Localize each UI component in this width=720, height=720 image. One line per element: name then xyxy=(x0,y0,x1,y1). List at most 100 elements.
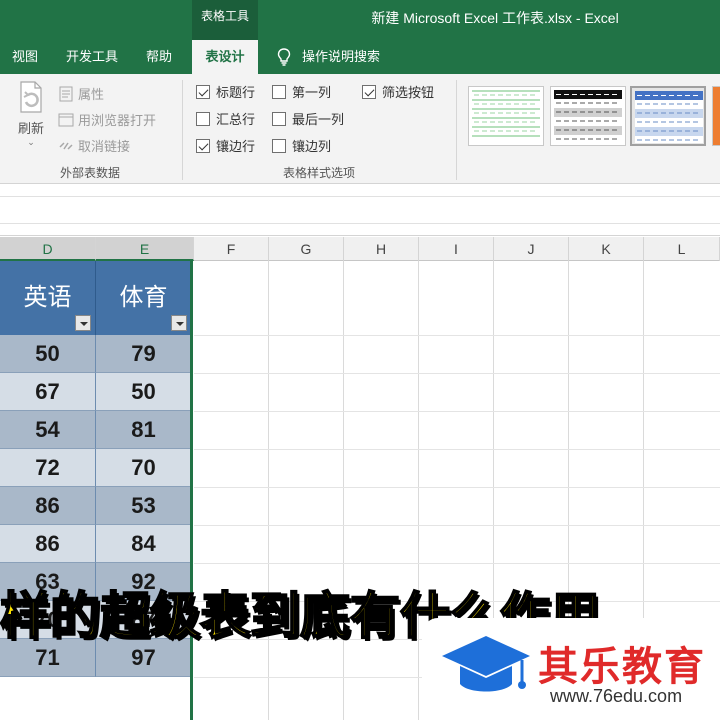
banded-columns-checkbox[interactable]: 镶边列 xyxy=(272,136,331,155)
table-style-preview-icon xyxy=(472,90,540,142)
chevron-down-icon: ⌄ xyxy=(27,137,35,147)
browser-icon xyxy=(58,113,74,126)
filter-dropdown-icon[interactable] xyxy=(171,315,187,331)
window-title: 新建 Microsoft Excel 工作表.xlsx - Excel xyxy=(371,10,619,26)
column-header-l[interactable]: L xyxy=(644,237,720,261)
last-column-checkbox[interactable]: 最后一列 xyxy=(272,109,344,128)
checkbox-checked-icon xyxy=(362,84,376,99)
column-header-j[interactable]: J xyxy=(494,237,569,261)
gridline xyxy=(194,525,720,526)
table-cell[interactable]: 50 xyxy=(0,335,96,373)
refresh-button[interactable]: 刷新 ⌄ xyxy=(8,80,54,148)
selection-border xyxy=(190,261,193,720)
table-style-preview-icon xyxy=(635,91,703,143)
lightbulb-icon xyxy=(277,48,291,66)
table-cell[interactable]: 67 xyxy=(0,373,96,411)
tab-help[interactable]: 帮助 xyxy=(146,40,172,74)
column-headers: D E F G H I J K L xyxy=(0,237,720,261)
checkbox-unchecked-icon xyxy=(196,111,210,126)
gridline xyxy=(194,373,720,374)
gridline xyxy=(194,563,720,564)
column-header-e[interactable]: E xyxy=(96,237,194,261)
graduation-cap-icon xyxy=(442,636,530,692)
formula-bar[interactable] xyxy=(0,196,720,224)
open-in-browser-button[interactable]: 用浏览器打开 xyxy=(58,110,156,129)
table-cell[interactable]: 70 xyxy=(96,449,192,487)
table-cell[interactable]: 50 xyxy=(96,373,192,411)
refresh-icon xyxy=(20,81,42,113)
banded-columns-label: 镶边列 xyxy=(292,139,332,154)
tab-developer[interactable]: 开发工具 xyxy=(66,40,118,74)
properties-button[interactable]: 属性 xyxy=(58,84,104,103)
banded-rows-label: 镶边行 xyxy=(216,139,256,154)
unlink-icon xyxy=(59,141,73,150)
gridline xyxy=(343,261,344,720)
total-row-label: 汇总行 xyxy=(216,112,256,127)
properties-icon xyxy=(59,86,73,101)
ribbon-tab-row: 视图 开发工具 帮助 表设计 操作说明搜索 xyxy=(0,40,720,74)
table-cell[interactable]: 81 xyxy=(96,411,192,449)
table-header-label: 体育 xyxy=(119,284,168,311)
unlink-label: 取消链接 xyxy=(78,139,131,154)
table-style-green[interactable] xyxy=(468,86,544,146)
column-header-d[interactable]: D xyxy=(0,237,96,261)
table-cell[interactable]: 86 xyxy=(0,525,96,563)
context-tab-group-label: 表格工具 xyxy=(192,0,258,40)
table-header-english[interactable]: 英语 xyxy=(0,261,96,335)
table-style-orange[interactable] xyxy=(712,86,720,146)
table-cell[interactable]: 72 xyxy=(0,449,96,487)
gridline xyxy=(194,411,720,412)
banded-rows-checkbox[interactable]: 镶边行 xyxy=(196,136,255,155)
group-divider xyxy=(456,80,457,180)
gridline xyxy=(194,487,720,488)
tab-view[interactable]: 视图 xyxy=(12,40,38,74)
external-data-group-label: 外部表数据 xyxy=(59,166,120,180)
table-cell[interactable]: 86 xyxy=(0,487,96,525)
checkbox-unchecked-icon xyxy=(272,84,286,99)
checkbox-unchecked-icon xyxy=(272,138,286,153)
gridline xyxy=(418,261,419,720)
filter-dropdown-icon[interactable] xyxy=(75,315,91,331)
table-cell[interactable]: 54 xyxy=(0,411,96,449)
table-style-black[interactable] xyxy=(550,86,626,146)
brand-url: www.76edu.com xyxy=(550,686,683,706)
ribbon: 刷新 ⌄ 属性 用浏览器打开 取消链接 外部表数据 标题行 汇总行 镶边行 第一… xyxy=(0,74,720,184)
column-header-g[interactable]: G xyxy=(269,237,344,261)
column-header-f[interactable]: F xyxy=(194,237,269,261)
filter-button-checkbox[interactable]: 筛选按钮 xyxy=(362,82,434,101)
tell-me-search[interactable]: 操作说明搜索 xyxy=(276,40,380,74)
column-header-k[interactable]: K xyxy=(569,237,644,261)
brand-watermark: 其乐教育 www.76edu.com xyxy=(422,618,720,720)
title-bar: 表格工具 新建 Microsoft Excel 工作表.xlsx - Excel xyxy=(0,0,720,40)
table-style-preview-icon xyxy=(554,90,622,140)
total-row-checkbox[interactable]: 汇总行 xyxy=(196,109,255,128)
group-divider xyxy=(182,80,183,180)
column-header-i[interactable]: I xyxy=(419,237,494,261)
tell-me-label: 操作说明搜索 xyxy=(302,49,381,64)
table-header-label: 英语 xyxy=(23,284,72,311)
formula-bar-area xyxy=(0,184,720,236)
open-in-browser-label: 用浏览器打开 xyxy=(78,113,157,128)
first-column-checkbox[interactable]: 第一列 xyxy=(272,82,331,101)
table-style-blue-selected[interactable] xyxy=(630,86,706,146)
refresh-label: 刷新 xyxy=(17,121,44,136)
header-row-checkbox[interactable]: 标题行 xyxy=(196,82,255,101)
tab-table-design[interactable]: 表设计 xyxy=(192,40,258,74)
unlink-button[interactable]: 取消链接 xyxy=(58,136,130,155)
brand-name: 其乐教育 xyxy=(538,645,706,689)
gridline xyxy=(268,261,269,720)
checkbox-checked-icon xyxy=(196,138,210,153)
checkbox-checked-icon xyxy=(196,84,210,99)
table-header-pe[interactable]: 体育 xyxy=(96,261,192,335)
table-cell[interactable]: 79 xyxy=(96,335,192,373)
last-column-label: 最后一列 xyxy=(292,112,345,127)
header-row-label: 标题行 xyxy=(216,85,256,100)
first-column-label: 第一列 xyxy=(292,85,332,100)
gridline xyxy=(194,335,720,336)
column-header-h[interactable]: H xyxy=(344,237,419,261)
table-cell[interactable]: 53 xyxy=(96,487,192,525)
table-cell[interactable]: 84 xyxy=(96,525,192,563)
style-options-group-label: 表格样式选项 xyxy=(282,166,355,180)
gridline xyxy=(194,449,720,450)
checkbox-unchecked-icon xyxy=(272,111,286,126)
